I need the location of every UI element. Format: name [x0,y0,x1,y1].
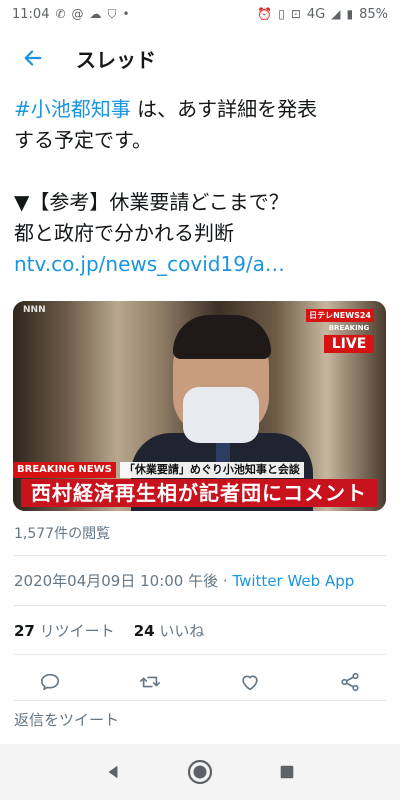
nav-back-button[interactable] [95,754,131,790]
nav-home-button[interactable] [182,754,218,790]
breaking-small-label: BREAKING [328,324,370,332]
battery-level: 85% [359,6,388,22]
tweet-timestamp: 2020年04月09日 10:00 午後 [14,572,219,590]
meta-separator: · [218,572,233,590]
vibrate-icon: ▯ [278,7,285,21]
battery-icon: ▮ [346,7,354,21]
status-bar: 11:04 ✆ @ ☁ ⛉ • ⏰ ▯ ⊡ 4G ◢ ▮ 85% [0,0,400,28]
nnn-logo: NNN [23,305,46,315]
retweet-icon [140,676,160,688]
share-button[interactable] [336,668,364,696]
divider [14,654,386,655]
person-hair [173,315,271,359]
tweet-text: #小池都知事 は、あす詳細を発表 する予定です。 ▼【参考】休業要請どこまで？ … [14,94,386,280]
signal-icon: ◢ [331,7,341,21]
at-icon: @ [71,7,84,21]
like-button[interactable] [236,668,264,696]
shield-icon: ⛉ [107,6,117,21]
wifi-calling-icon: ✆ [55,7,66,21]
tweet-ref-line-2: 都と政府で分かれる判断 [14,221,234,245]
cloud-icon: ☁ [89,7,102,21]
network-type: 4G [306,6,326,22]
tweet-line-1-text: は、あす詳細を発表 [137,97,318,121]
status-time: 11:04 [12,6,50,22]
breaking-news-tag: BREAKING NEWS [13,462,116,478]
breaking-news-subtitle: 「休業要請」めぐり小池知事と会談 [119,462,304,478]
nav-home-icon [187,759,213,785]
status-right: ⏰ ▯ ⊡ 4G ◢ ▮ 85% [257,7,388,22]
divider [14,555,386,556]
dot-icon: • [122,7,130,21]
retweet-stat[interactable]: 27 リツイート [14,622,115,640]
reply-button[interactable] [36,668,64,696]
divider [14,605,386,606]
back-button[interactable] [18,43,48,73]
alarm-icon: ⏰ [257,7,273,21]
hashtag-link[interactable]: #小池都知事 [14,97,131,121]
heart-icon [242,675,258,691]
retweet-count: 27 [14,622,35,640]
reply-input[interactable]: 返信をツイート [14,709,119,730]
system-nav-bar [0,744,400,800]
source-app-link[interactable]: Twitter Web App [232,572,354,590]
tweet-ref-line-1: ▼【参考】休業要請どこまで？ [14,190,289,214]
voicemail-icon: ⊡ [290,7,301,21]
retweet-button[interactable] [136,668,164,696]
tweet-line-1: #小池都知事 は、あす詳細を発表 [14,94,386,125]
nav-recents-icon [280,765,293,779]
tweet-meta: 2020年04月09日 10:00 午後 · Twitter Web App [14,570,354,591]
back-arrow-icon [24,50,42,66]
tweet-media-image[interactable]: NNN 日テレNEWS24 BREAKING LIVE BREAKING NEW… [13,301,386,511]
divider [14,700,386,701]
like-stat[interactable]: 24 いいね [134,622,205,640]
tweet-line-2: する予定です。 [14,128,152,152]
tweet-stats: 27 リツイート 24 いいね [14,620,204,641]
tweet-body: #小池都知事 は、あす詳細を発表 する予定です。 ▼【参考】休業要請どこまで？ … [14,94,386,280]
live-badge: BREAKING LIVE [324,323,374,353]
like-count: 24 [133,622,155,640]
breaking-news-row: BREAKING NEWS 「休業要請」めぐり小池知事と会談 [13,462,304,478]
status-left: 11:04 ✆ @ ☁ ⛉ • [12,7,130,22]
nav-back-icon [108,765,118,779]
tweet-actions [14,664,386,700]
like-label: いいね [159,622,205,640]
channel-logo: 日テレNEWS24 [306,309,374,322]
share-icon [341,672,359,692]
live-label: LIVE [324,335,374,353]
reply-icon [40,673,60,691]
nav-recents-button[interactable] [269,754,305,790]
view-count[interactable]: 1,577件の閲覧 [14,523,110,543]
person-mask [183,387,259,443]
retweet-label: リツイート [39,622,115,640]
top-bar: スレッド [0,28,400,88]
page-title: スレッド [76,47,156,72]
news-headline: 西村経済再生相が記者団にコメント [21,479,377,507]
article-link[interactable]: ntv.co.jp/news_covid19/a… [14,249,386,280]
